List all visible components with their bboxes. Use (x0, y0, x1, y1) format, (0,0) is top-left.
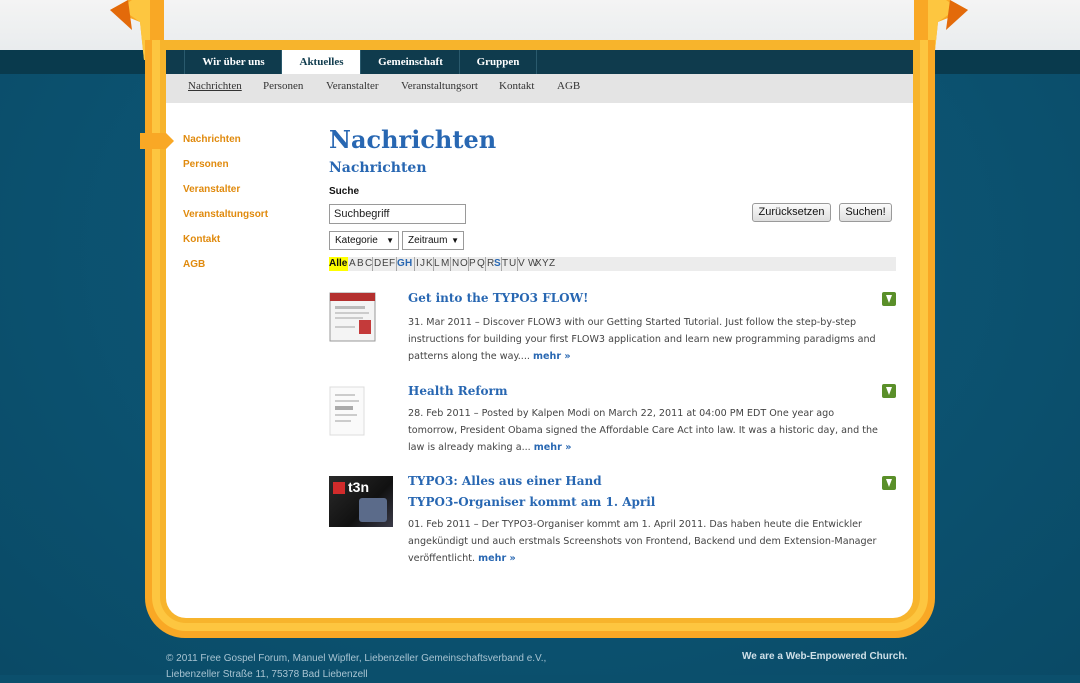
sidebar-item-veranstaltungsort[interactable]: Veranstaltungsort (183, 207, 268, 223)
period-select[interactable]: Zeitraum ▼ (402, 231, 464, 250)
alpha-filter-letter[interactable]: J (420, 257, 425, 271)
t3n-logo-icon (333, 482, 345, 494)
footer-line-2: Liebenzeller Straße 11, 75378 Bad Lieben… (166, 669, 368, 680)
news-thumbnail-health[interactable] (329, 386, 365, 436)
alpha-filter-letter[interactable]: F (389, 257, 395, 271)
news-item-title[interactable]: TYPO3: Alles aus einer Hand (408, 474, 602, 488)
page-subtitle: Nachrichten (329, 160, 427, 176)
alpha-filter-letter[interactable]: Z (549, 257, 555, 271)
alpha-separator (485, 257, 486, 271)
typo3-icon (882, 292, 896, 306)
news-item-text: 28. Feb 2011 – Posted by Kalpen Modi on … (408, 408, 878, 453)
nav-tab-aktuelles[interactable]: Aktuelles (281, 50, 361, 74)
news-item-title[interactable]: Health Reform (408, 384, 508, 398)
alpha-filter-letter[interactable]: H (405, 257, 412, 271)
sidebar-item-kontakt[interactable]: Kontakt (183, 232, 220, 248)
reset-button[interactable]: Zurücksetzen (752, 203, 831, 222)
alpha-filter-letter[interactable]: S (494, 257, 501, 271)
alpha-filter-letter[interactable]: L (434, 257, 440, 271)
alpha-filter-letter[interactable]: V (518, 257, 525, 271)
sub-navigation: Nachrichten Personen Veranstalter Verans… (166, 74, 913, 103)
alpha-filter-letter[interactable]: Q (477, 257, 485, 271)
search-input[interactable] (329, 204, 466, 224)
footer-copyright: © 2011 Free Gospel Forum, Manuel Wipfler… (166, 651, 546, 683)
main-navigation: Wir über uns Aktuelles Gemeinschaft Grup… (166, 50, 913, 74)
subnav-veranstalter[interactable]: Veranstalter (326, 78, 379, 94)
category-select-value: Kategorie (335, 235, 378, 246)
alpha-filter-letter[interactable]: B (357, 257, 364, 271)
subnav-veranstaltungsort[interactable]: Veranstaltungsort (401, 78, 478, 94)
alpha-filter-letter[interactable]: I (416, 257, 419, 271)
alpha-filter-letter[interactable]: A (349, 257, 356, 271)
footer-tagline: We are a Web-Empowered Church. (742, 651, 908, 662)
footer-line-1: © 2011 Free Gospel Forum, Manuel Wipfler… (166, 653, 547, 664)
news-item-subtitle[interactable]: TYPO3-Organiser kommt am 1. April (408, 495, 655, 509)
subnav-kontakt[interactable]: Kontakt (499, 78, 534, 94)
category-select[interactable]: Kategorie ▼ (329, 231, 399, 250)
search-label: Suche (329, 186, 360, 197)
news-item-teaser: 31. Mar 2011 – Discover FLOW3 with our G… (408, 314, 878, 365)
active-item-arrow-icon (140, 133, 174, 149)
news-thumbnail-flow[interactable] (329, 292, 376, 342)
page-title: Nachrichten (329, 125, 497, 154)
alpha-filter-letter[interactable]: U (509, 257, 516, 271)
alpha-filter-letter[interactable]: M (441, 257, 449, 271)
sidebar-item-agb[interactable]: AGB (183, 257, 205, 273)
nav-tab-gemeinschaft[interactable]: Gemeinschaft (360, 50, 460, 74)
sidebar-item-personen[interactable]: Personen (183, 157, 229, 173)
alpha-filter-letter[interactable]: E (382, 257, 389, 271)
news-item-title[interactable]: Get into the TYPO3 FLOW! (408, 291, 588, 305)
dropdown-arrow-icon: ▼ (451, 236, 459, 245)
alpha-filter-letter[interactable]: N (452, 257, 459, 271)
sidebar-item-nachrichten[interactable]: Nachrichten (183, 132, 241, 148)
alpha-filter-letter[interactable]: G (397, 257, 405, 271)
read-more-link[interactable]: mehr » (533, 351, 571, 362)
subnav-agb[interactable]: AGB (557, 78, 580, 94)
read-more-link[interactable]: mehr » (534, 442, 572, 453)
alpha-separator (414, 257, 415, 271)
alpha-filter-letter[interactable]: X (535, 257, 542, 271)
alpha-filter-letter[interactable]: Y (542, 257, 549, 271)
typo3-icon (882, 476, 896, 490)
typo3-icon (882, 384, 896, 398)
sidebar-item-veranstalter[interactable]: Veranstalter (183, 182, 240, 198)
alphabet-filter: Alle A B C D E F G H I J K L M N O P Q R… (329, 257, 896, 271)
news-item-teaser: 28. Feb 2011 – Posted by Kalpen Modi on … (408, 405, 878, 456)
alpha-filter-letter[interactable]: T (502, 257, 508, 271)
alpha-separator (372, 257, 373, 271)
read-more-link[interactable]: mehr » (478, 553, 516, 564)
thumbnail-label: t3n (348, 479, 369, 495)
thumbnail-image (359, 498, 387, 522)
alpha-filter-letter[interactable]: D (374, 257, 381, 271)
subnav-personen[interactable]: Personen (263, 78, 303, 94)
alpha-filter-letter[interactable]: O (460, 257, 468, 271)
nav-tab-gruppen[interactable]: Gruppen (459, 50, 537, 74)
period-select-value: Zeitraum (408, 235, 448, 246)
alpha-filter-letter[interactable]: K (426, 257, 433, 271)
search-button[interactable]: Suchen! (839, 203, 892, 222)
alpha-separator (450, 257, 451, 271)
news-thumbnail-t3n[interactable]: t3n (329, 476, 393, 527)
alpha-filter-letter[interactable]: P (469, 257, 476, 271)
subnav-nachrichten[interactable]: Nachrichten (188, 78, 242, 94)
dropdown-arrow-icon: ▼ (386, 236, 394, 245)
nav-tab-wir-ueber-uns[interactable]: Wir über uns (184, 50, 282, 74)
news-item-teaser: 01. Feb 2011 – Der TYPO3-Organiser kommt… (408, 516, 878, 567)
news-item-text: 31. Mar 2011 – Discover FLOW3 with our G… (408, 317, 876, 362)
alpha-filter-all[interactable]: Alle (329, 257, 348, 271)
